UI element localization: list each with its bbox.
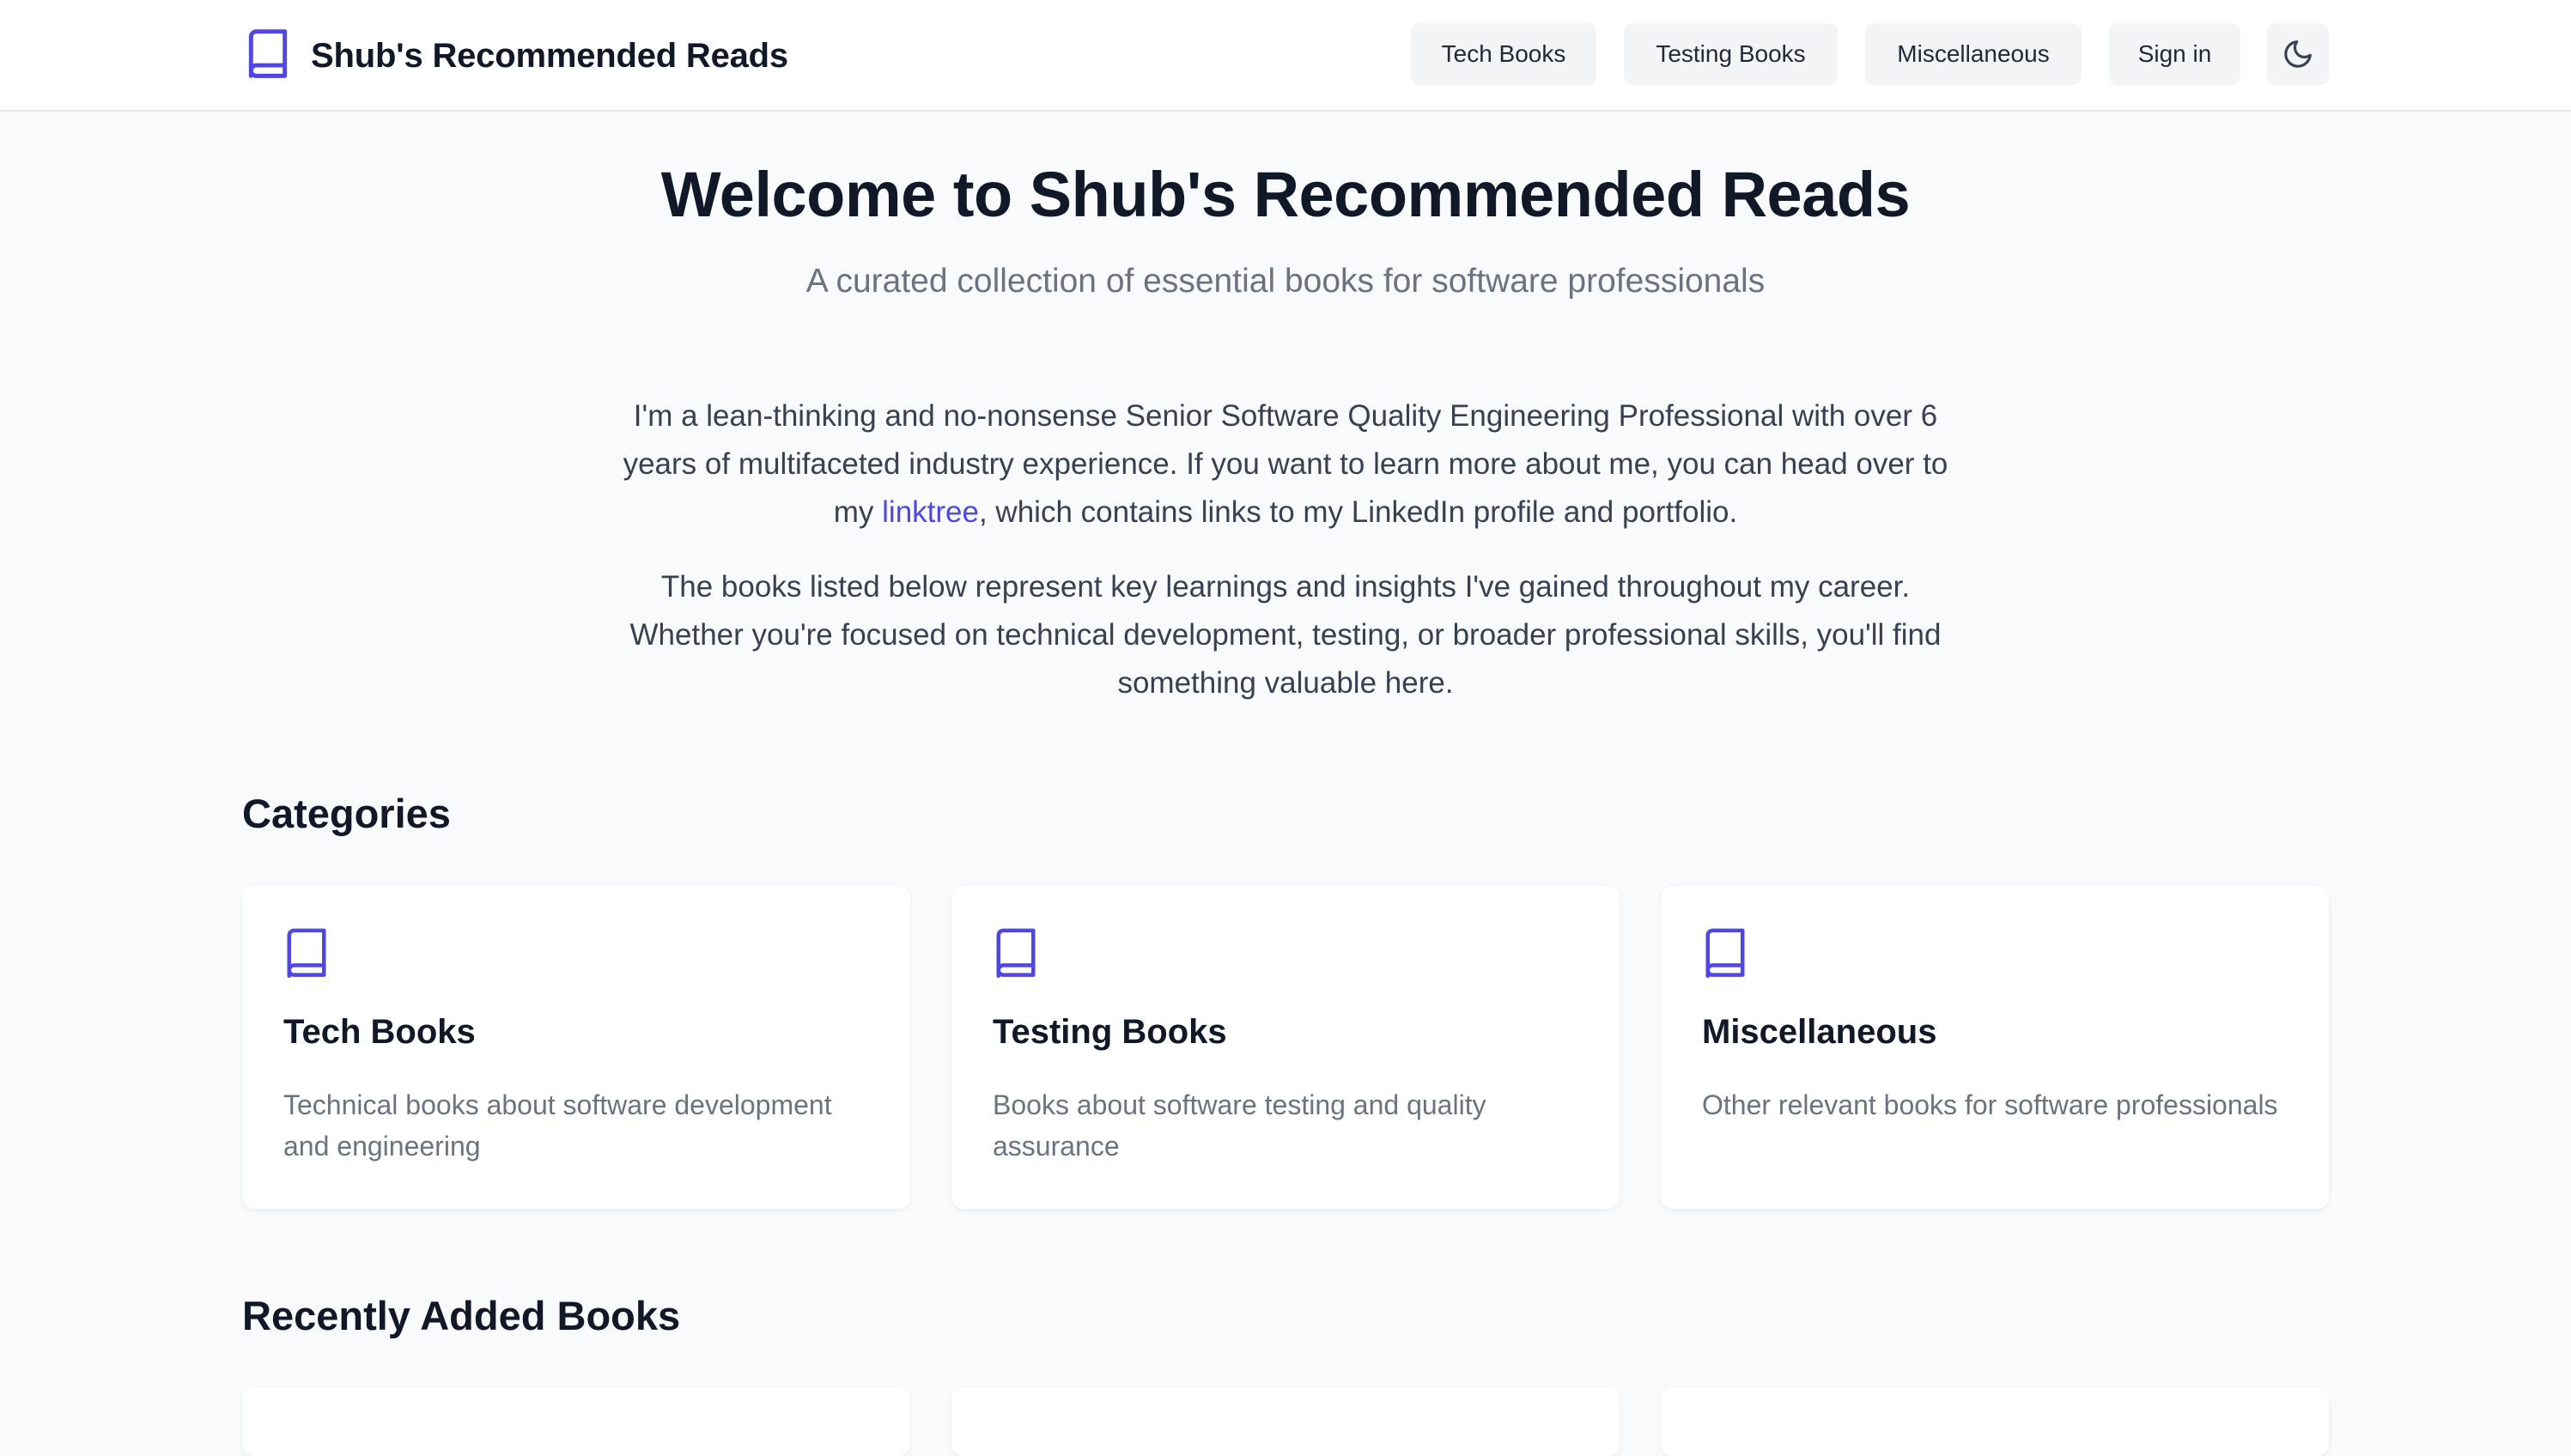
category-card-testing[interactable]: Testing Books Books about software testi… — [951, 886, 1620, 1209]
recent-book-card[interactable] — [1661, 1387, 2329, 1456]
recently-added-heading: Recently Added Books — [242, 1293, 681, 1338]
sign-in-button[interactable]: Sign in — [2109, 23, 2240, 85]
books-intro-paragraph: The books listed below represent key lea… — [629, 570, 1942, 700]
page-title: Welcome to Shub's Recommended Reads — [660, 159, 1911, 230]
recent-book-card[interactable] — [951, 1387, 1620, 1456]
category-title: Tech Books — [283, 1013, 476, 1051]
linktree-link[interactable]: linktree — [882, 495, 979, 529]
category-card-tech[interactable]: Tech Books Technical books about softwar… — [242, 886, 910, 1209]
moon-icon — [2284, 40, 2312, 68]
intro-text-after: , which contains links to my LinkedIn pr… — [978, 495, 1738, 529]
category-card-miscellaneous[interactable]: Miscellaneous Other relevant books for s… — [1661, 886, 2329, 1209]
brand[interactable]: Shub's Recommended Reads — [242, 26, 788, 86]
category-description: Books about software testing and quality… — [993, 1089, 1486, 1162]
book-icon — [996, 928, 1036, 978]
category-title: Miscellaneous — [1702, 1013, 1937, 1051]
nav-testing-books-button[interactable]: Testing Books — [1624, 23, 1838, 85]
category-description: Other relevant books for software profes… — [1702, 1089, 2278, 1120]
intro-paragraph: I'm a lean-thinking and no-nonsense Seni… — [618, 392, 1953, 537]
nav-tech-books-button[interactable]: Tech Books — [1411, 23, 1596, 85]
category-title: Testing Books — [993, 1013, 1227, 1051]
book-icon — [1705, 928, 1745, 978]
top-navbar: Shub's Recommended Reads Tech Books Test… — [0, 0, 2571, 112]
book-icon — [248, 29, 288, 78]
book-icon — [287, 928, 326, 978]
recent-book-card[interactable] — [242, 1387, 910, 1456]
category-description: Technical books about software developme… — [283, 1089, 832, 1162]
theme-toggle-button[interactable] — [2267, 23, 2329, 85]
brand-title: Shub's Recommended Reads — [311, 36, 788, 75]
page-subtitle: A curated collection of essential books … — [805, 263, 1766, 300]
categories-heading: Categories — [242, 791, 451, 836]
nav-miscellaneous-button[interactable]: Miscellaneous — [1865, 23, 2082, 85]
